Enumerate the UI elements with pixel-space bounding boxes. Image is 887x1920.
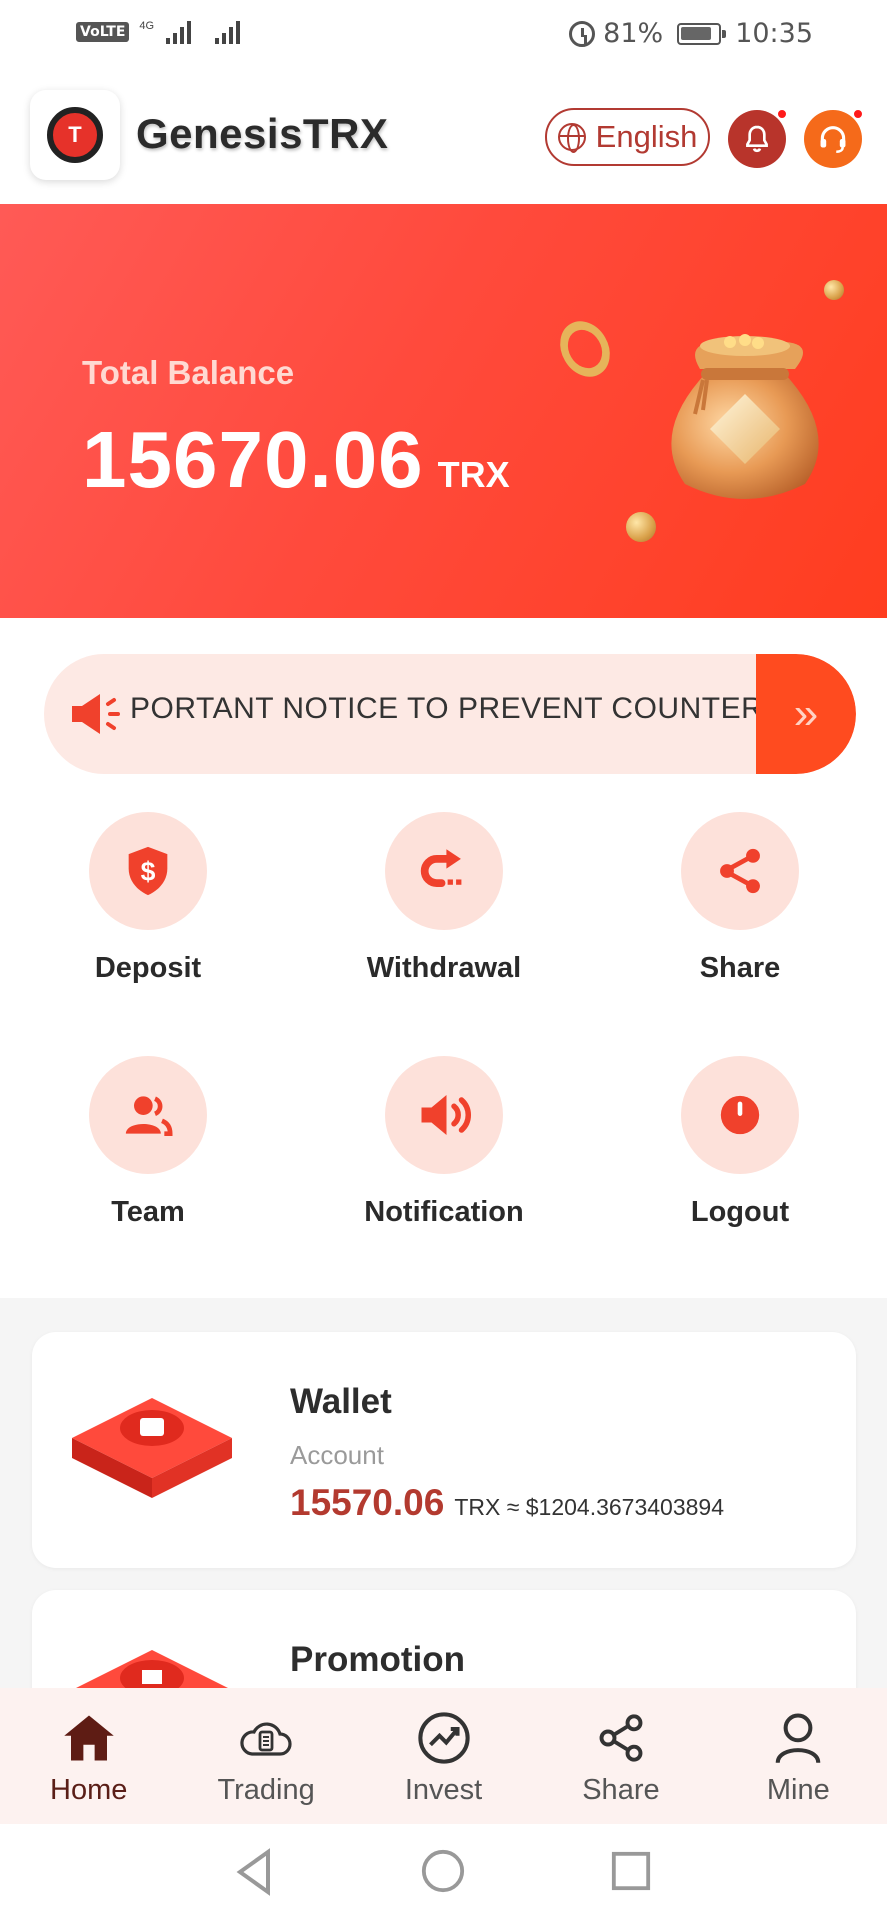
back-icon[interactable] xyxy=(232,1848,276,1896)
megaphone-icon xyxy=(72,694,120,734)
withdraw-arrow-icon xyxy=(420,849,462,887)
team-icon xyxy=(125,1096,173,1136)
home-icon xyxy=(61,1710,117,1766)
nav-share[interactable]: Share xyxy=(532,1688,709,1824)
status-bar-left: VoLTE 4G xyxy=(76,20,241,44)
action-label: Notification xyxy=(364,1196,524,1228)
notification-dot xyxy=(776,108,788,120)
user-icon xyxy=(770,1710,826,1766)
total-balance-value: 15670.06 xyxy=(82,415,424,504)
nav-label: Invest xyxy=(404,1774,483,1806)
nav-trading[interactable]: Trading xyxy=(177,1688,354,1824)
battery-icon xyxy=(677,22,727,45)
coin-icon xyxy=(824,280,844,300)
invest-chart-icon xyxy=(416,1710,472,1766)
notice-text: PORTANT NOTICE TO PREVENT COUNTERFEIT xyxy=(130,692,786,725)
total-balance-unit: TRX xyxy=(437,454,510,495)
balance-banner: Total Balance 15670.06 TRX xyxy=(0,204,887,618)
cards-section: Wallet Account 15570.06 TRX ≈ $1204.3673… xyxy=(0,1298,887,1730)
app-logo[interactable]: T xyxy=(30,90,120,180)
nav-label: Mine xyxy=(766,1774,830,1806)
double-chevron-right-icon: » xyxy=(793,689,819,738)
volte-badge: VoLTE xyxy=(76,22,130,42)
action-deposit[interactable]: $ Deposit xyxy=(38,812,258,985)
notifications-button[interactable] xyxy=(728,108,788,168)
recents-square-icon[interactable] xyxy=(610,1850,652,1892)
wallet-subtitle: Account xyxy=(290,1440,384,1470)
wallet-conversion: TRX ≈ $1204.3673403894 xyxy=(454,1494,724,1520)
coin-icon xyxy=(626,512,656,542)
language-label: English xyxy=(595,119,698,154)
dollar-shield-icon: $ xyxy=(128,846,168,896)
nav-invest[interactable]: Invest xyxy=(355,1688,532,1824)
action-team[interactable]: Team xyxy=(38,1056,258,1229)
action-notification[interactable]: Notification xyxy=(334,1056,554,1229)
battery-percent: 81% xyxy=(603,18,664,49)
nav-mine[interactable]: Mine xyxy=(710,1688,887,1824)
action-label: Withdrawal xyxy=(366,952,522,984)
megaphone-icon xyxy=(421,1095,472,1135)
wallet-card[interactable]: Wallet Account 15570.06 TRX ≈ $1204.3673… xyxy=(32,1332,856,1568)
alarm-icon xyxy=(569,20,596,47)
logout-icon-wrap xyxy=(681,1056,799,1174)
system-nav-bar xyxy=(0,1824,887,1920)
svg-text:$: $ xyxy=(141,857,156,887)
language-button[interactable]: English xyxy=(545,108,710,166)
action-share[interactable]: Share xyxy=(630,812,850,985)
withdrawal-icon-wrap xyxy=(385,812,503,930)
notice-more-button[interactable]: » xyxy=(756,654,856,774)
globe-icon xyxy=(557,123,586,153)
support-dot xyxy=(852,108,864,120)
notification-icon-wrap xyxy=(385,1056,503,1174)
total-balance: 15670.06 TRX xyxy=(82,414,510,506)
action-label: Share xyxy=(699,952,781,984)
clock: 10:35 xyxy=(735,18,813,49)
brand-name: GenesisTRX xyxy=(136,110,389,157)
share-nodes-icon xyxy=(593,1710,649,1766)
share-icon xyxy=(720,848,760,894)
wallet-amount-value: 15570.06 xyxy=(290,1482,445,1523)
deposit-icon-wrap: $ xyxy=(89,812,207,930)
logo-mark: T xyxy=(47,107,103,163)
status-bar: VoLTE 4G 81% 10:35 xyxy=(0,0,887,70)
notice-bar[interactable]: PORTANT NOTICE TO PREVENT COUNTERFEIT » xyxy=(44,654,856,774)
team-icon-wrap xyxy=(89,1056,207,1174)
home-circle-icon[interactable] xyxy=(420,1848,466,1894)
status-bar-right: 81% 10:35 xyxy=(569,18,813,49)
money-bag-icon xyxy=(671,334,819,499)
nav-home[interactable]: Home xyxy=(0,1688,177,1824)
power-icon xyxy=(720,1095,760,1135)
bottom-nav: Home Trading Invest Share Mine xyxy=(0,1688,887,1824)
support-button[interactable] xyxy=(804,108,864,168)
bell-icon xyxy=(746,125,768,153)
share-icon-wrap xyxy=(681,812,799,930)
action-label: Deposit xyxy=(94,952,202,984)
signal-icon xyxy=(166,20,192,44)
ring-coin-icon xyxy=(550,312,620,386)
nav-label: Trading xyxy=(217,1774,315,1806)
action-withdrawal[interactable]: Withdrawal xyxy=(334,812,554,985)
trading-cloud-icon xyxy=(238,1710,294,1766)
total-balance-label: Total Balance xyxy=(82,354,295,391)
action-label: Logout xyxy=(690,1196,790,1228)
network-type: 4G xyxy=(139,20,155,32)
action-logout[interactable]: Logout xyxy=(630,1056,850,1229)
app-header: T GenesisTRX English xyxy=(0,70,887,204)
wallet-title: Wallet xyxy=(290,1382,392,1421)
signal-2-icon xyxy=(215,20,241,44)
headset-icon xyxy=(820,126,846,154)
promotion-title: Promotion xyxy=(290,1640,465,1679)
nav-label: Share xyxy=(582,1774,660,1806)
action-label: Team xyxy=(111,1196,185,1228)
wallet-3d-icon xyxy=(72,1398,232,1498)
nav-label: Home xyxy=(50,1774,128,1806)
wallet-amount: 15570.06 TRX ≈ $1204.3673403894 xyxy=(290,1482,724,1524)
